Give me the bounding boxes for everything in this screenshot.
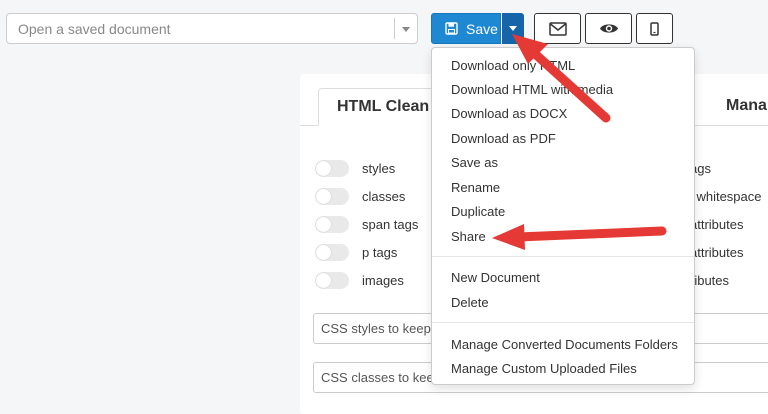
- toggle-row-images: images: [315, 271, 404, 289]
- preview-button[interactable]: [585, 13, 632, 44]
- css-styles-keep-placeholder: CSS styles to keep (: [321, 321, 439, 336]
- tab-html-cleaning-label: HTML Clean: [337, 98, 430, 115]
- toggle-label: styles: [362, 160, 396, 176]
- email-button[interactable]: [534, 13, 581, 44]
- right-option-label: attributes: [690, 217, 744, 232]
- toggle-label: span tags: [362, 216, 419, 232]
- caret-down-icon: [509, 26, 517, 31]
- mobile-preview-button[interactable]: [636, 13, 673, 44]
- open-document-placeholder: Open a saved document: [18, 21, 171, 37]
- toggle-row-span-tags: span tags: [315, 215, 418, 233]
- toggle-row-p-tags: p tags: [315, 243, 397, 261]
- envelope-icon: [548, 21, 567, 36]
- menu-item-share[interactable]: Share: [451, 229, 486, 244]
- menu-item-download-pdf[interactable]: Download as PDF: [451, 131, 556, 146]
- tab-html-cleaning[interactable]: HTML Clean: [318, 88, 448, 126]
- toggle-row-classes: classes: [315, 187, 405, 205]
- menu-item-delete[interactable]: Delete: [451, 295, 489, 310]
- menu-item-manage-uploaded-files[interactable]: Manage Custom Uploaded Files: [451, 361, 637, 376]
- mobile-phone-icon: [650, 21, 659, 36]
- save-dropdown-menu: Download only HTML Download HTML with me…: [431, 47, 695, 385]
- span-tags-toggle[interactable]: [315, 215, 349, 233]
- menu-item-rename[interactable]: Rename: [451, 180, 500, 195]
- toggle-label: classes: [362, 188, 406, 204]
- tab-manage[interactable]: Mana: [726, 97, 767, 115]
- chevron-down-icon[interactable]: [402, 27, 410, 32]
- menu-item-new-document[interactable]: New Document: [451, 270, 540, 285]
- images-toggle[interactable]: [315, 271, 349, 289]
- menu-divider: [432, 322, 694, 323]
- right-option-label: attributes: [690, 245, 744, 260]
- toggle-label: p tags: [362, 244, 398, 260]
- menu-item-manage-folders[interactable]: Manage Converted Documents Folders: [451, 337, 678, 352]
- menu-item-download-html-media[interactable]: Download HTML with media: [451, 82, 613, 97]
- save-button[interactable]: Save: [431, 13, 501, 44]
- toggle-row-styles: styles: [315, 159, 395, 177]
- classes-toggle[interactable]: [315, 187, 349, 205]
- menu-item-download-html[interactable]: Download only HTML: [451, 58, 575, 73]
- menu-divider: [432, 256, 694, 257]
- open-document-select[interactable]: Open a saved document: [6, 13, 418, 44]
- css-classes-keep-placeholder: CSS classes to keep: [321, 370, 441, 385]
- menu-item-save-as[interactable]: Save as: [451, 155, 498, 170]
- floppy-disk-icon: [445, 22, 458, 35]
- p-tags-toggle[interactable]: [315, 243, 349, 261]
- toggle-label: images: [362, 272, 404, 288]
- save-button-label: Save: [466, 20, 498, 37]
- select-separator: [394, 18, 395, 39]
- eye-icon: [599, 24, 618, 33]
- save-dropdown-toggle[interactable]: [502, 13, 524, 44]
- menu-item-duplicate[interactable]: Duplicate: [451, 204, 505, 219]
- right-option-label: ributes: [690, 273, 730, 288]
- styles-toggle[interactable]: [315, 159, 349, 177]
- menu-item-download-docx[interactable]: Download as DOCX: [451, 106, 567, 121]
